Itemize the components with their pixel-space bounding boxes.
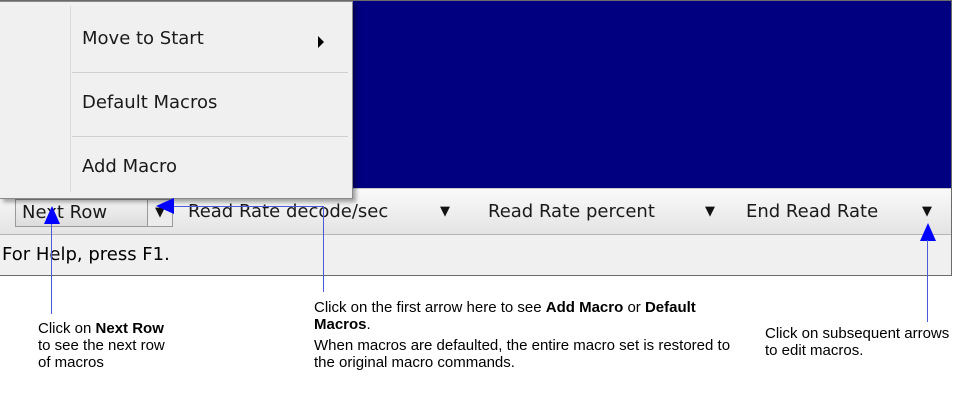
menu-item-label: Add Macro [82,156,178,177]
menu-item-default-macros[interactable]: Default Macros [0,74,350,132]
status-bar: For Help, press F1. [0,234,951,275]
next-row-button[interactable]: Next Row [15,199,155,227]
callout-arrow-left-icon [156,198,174,214]
callout-line [174,206,324,207]
callout-subsequent-arrows: Click on subsequent arrows to edit macro… [765,325,950,359]
macro-read-rate-percent-button[interactable]: Read Rate percent [482,199,661,225]
macro-read-rate-decode-button[interactable]: Read Rate decode/sec [182,199,394,225]
macro-end-read-rate-button[interactable]: End Read Rate [740,199,884,225]
callout-line [51,224,52,314]
menu-separator [72,72,348,73]
callout-text: When macros are defaulted, the entire ma… [314,337,731,371]
callout-text: Click on [38,320,96,337]
callout-text: or [623,299,645,316]
callout-text: . [366,316,371,333]
menu-item-label: Default Macros [82,92,218,113]
callout-text: to see the next row of macros [38,337,165,371]
macro-read-rate-decode-arrow[interactable]: ▼ [440,199,450,225]
callout-paragraph: Click on the first arrow here to see Add… [314,299,734,333]
callout-text: Click on the first arrow here to see [314,299,546,316]
callout-line [927,240,928,322]
callout-line [323,206,324,292]
macro-context-menu: Move to Start Default Macros Add Macro [0,1,353,199]
macro-end-read-rate-arrow[interactable]: ▼ [922,199,932,225]
callout-next-row: Click on Next Row to see the next row of… [38,320,178,371]
application-window: Next Row ▼ Read Rate decode/sec ▼ Read R… [0,0,952,276]
macro-read-rate-percent-arrow[interactable]: ▼ [705,199,715,225]
callout-first-arrow: Click on the first arrow here to see Add… [314,299,734,371]
callout-bold-text: Add Macro [545,299,624,316]
menu-separator [72,136,348,137]
callout-arrow-up-icon [920,223,936,241]
submenu-arrow-icon [318,36,324,48]
callout-arrow-up-icon [44,206,60,224]
status-text: For Help, press F1. [2,244,170,265]
menu-item-move-to-start[interactable]: Move to Start [0,10,350,68]
menu-item-add-macro[interactable]: Add Macro [0,138,350,196]
callout-bold-text: Next Row [95,320,164,337]
menu-item-label: Move to Start [82,28,204,49]
